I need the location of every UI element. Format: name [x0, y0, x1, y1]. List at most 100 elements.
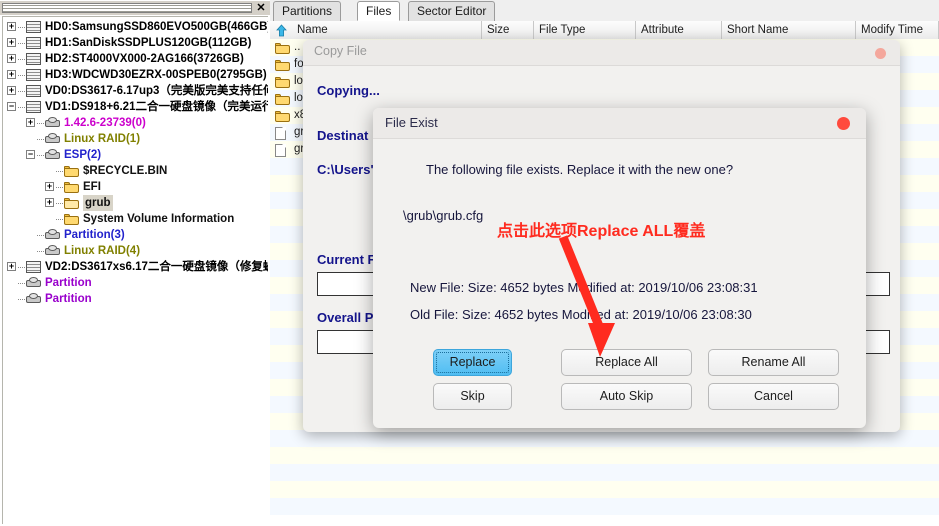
tree-item-label: EFI	[83, 181, 101, 193]
tab-files[interactable]: Files	[357, 1, 401, 21]
file-exist-close-icon[interactable]	[837, 117, 850, 130]
column-header-short-name[interactable]: Short Name	[722, 21, 856, 39]
app-root: ✕ + HD0:SamsungSSD860EVO500GB(466GB) + HD1:…	[0, 0, 939, 526]
hdd-icon	[26, 69, 41, 81]
rename-all-button[interactable]: Rename All	[708, 349, 839, 376]
tree-item[interactable]: + HD3:WDCWD30EZRX-00SPEB0(2795GB)	[3, 67, 268, 83]
auto-skip-button[interactable]: Auto Skip	[561, 383, 692, 410]
partition-icon	[26, 293, 41, 304]
table-row[interactable]	[270, 447, 939, 464]
cancel-button[interactable]: Cancel	[708, 383, 839, 410]
tree-connector	[18, 43, 25, 45]
hdd-icon	[26, 37, 41, 49]
tree-connector	[56, 187, 63, 189]
home-arrow-icon[interactable]	[275, 24, 288, 37]
tree-item[interactable]: Partition	[3, 275, 268, 291]
folder-icon	[275, 110, 290, 122]
expand-icon[interactable]: +	[7, 70, 16, 79]
tab-partitions[interactable]: Partitions	[273, 1, 342, 21]
column-header-name[interactable]: Name	[292, 21, 482, 39]
tree-item[interactable]: Linux RAID(1)	[3, 131, 268, 147]
tree-item-label: VD1:DS918+6.21二合一硬盘镜像（完美运行，	[45, 101, 268, 113]
tree-item[interactable]: + HD0:SamsungSSD860EVO500GB(466GB)	[3, 19, 268, 35]
tree-connector	[18, 267, 25, 269]
tree-connector	[18, 283, 25, 285]
tree-item[interactable]: Partition	[3, 291, 268, 307]
hdd-icon	[26, 101, 41, 113]
tree-item[interactable]: + VD2:DS3617xs6.17二合一硬盘镜像（修复蜗牛	[3, 259, 268, 275]
hdd-icon	[26, 261, 41, 273]
tree-item-label: HD1:SanDiskSSDPLUS120GB(112GB)	[45, 37, 252, 49]
tree-connector	[37, 139, 44, 141]
tree-item-label: grub	[83, 195, 113, 211]
tree-item[interactable]: System Volume Information	[3, 211, 268, 227]
tree-item[interactable]: + VD0:DS3617-6.17up3（完美版完美支持任何	[3, 83, 268, 99]
tree-connector	[18, 59, 25, 61]
expand-icon[interactable]: +	[45, 182, 54, 191]
partition-icon	[45, 245, 60, 256]
expand-icon[interactable]: +	[26, 118, 35, 127]
file-exist-titlebar: File Exist	[373, 108, 866, 139]
tree-item[interactable]: + HD1:SanDiskSSDPLUS120GB(112GB)	[3, 35, 268, 51]
tree-item[interactable]: + EFI	[3, 179, 268, 195]
expand-icon[interactable]: +	[7, 22, 16, 31]
expand-icon[interactable]: +	[7, 262, 16, 271]
close-icon[interactable]: ✕	[254, 1, 268, 15]
table-row[interactable]	[270, 430, 939, 447]
hdd-icon	[26, 85, 41, 97]
tree-item-label: HD0:SamsungSSD860EVO500GB(466GB)	[45, 21, 268, 33]
tree-item[interactable]: + HD2:ST4000VX000-2AG166(3726GB)	[3, 51, 268, 67]
tree-connector	[18, 27, 25, 29]
replace-button[interactable]: Replace	[433, 349, 512, 376]
column-header-row: Name Size File Type Attribute Short Name Modi…	[270, 21, 939, 40]
table-row[interactable]	[270, 498, 939, 515]
replace-all-button[interactable]: Replace All	[561, 349, 692, 376]
column-header-attribute[interactable]: Attribute	[636, 21, 722, 39]
table-row[interactable]	[270, 481, 939, 498]
tree-item[interactable]: Linux RAID(4)	[3, 243, 268, 259]
tree-item[interactable]: +1.42.6-23739(0)	[3, 115, 268, 131]
table-row[interactable]	[270, 464, 939, 481]
skip-button[interactable]: Skip	[433, 383, 512, 410]
partition-icon	[26, 277, 41, 288]
collapse-icon[interactable]: −	[7, 102, 16, 111]
column-header-modify-time[interactable]: Modify Time	[856, 21, 939, 39]
column-header-size[interactable]: Size	[482, 21, 534, 39]
column-header-file-type[interactable]: File Type	[534, 21, 636, 39]
expand-icon[interactable]: +	[7, 38, 16, 47]
conflicting-filename: \grub\grub.cfg	[403, 208, 484, 223]
folder-icon	[275, 76, 290, 88]
folder-icon	[275, 59, 290, 71]
folder-icon	[275, 42, 290, 54]
collapse-icon[interactable]: −	[26, 150, 35, 159]
copy-dialog-close-icon[interactable]	[875, 48, 886, 59]
hdd-icon	[26, 21, 41, 33]
partition-icon	[45, 229, 60, 240]
tab-sector-editor[interactable]: Sector Editor	[408, 1, 496, 21]
tree-item-label: HD2:ST4000VX000-2AG166(3726GB)	[45, 53, 244, 65]
tree-item-label: ESP(2)	[64, 149, 102, 161]
folder-icon	[64, 181, 79, 193]
file-exist-title: File Exist	[385, 115, 438, 130]
partition-icon	[45, 149, 60, 160]
tree-connector	[37, 251, 44, 253]
expand-icon[interactable]: +	[45, 198, 54, 207]
expand-icon[interactable]: +	[7, 86, 16, 95]
old-file-info: Old File: Size: 4652 bytes Modified at: …	[410, 307, 752, 322]
folder-icon	[275, 93, 290, 105]
file-icon	[275, 127, 286, 140]
new-file-info: New File: Size: 4652 bytes Modified at: …	[410, 280, 758, 295]
tree-item[interactable]: Partition(3)	[3, 227, 268, 243]
disk-tree[interactable]: + HD0:SamsungSSD860EVO500GB(466GB) + HD1:Sa…	[2, 16, 268, 524]
expand-icon[interactable]: +	[7, 54, 16, 63]
tree-connector	[56, 171, 63, 173]
tree-connector	[37, 123, 44, 125]
tree-item-label: VD2:DS3617xs6.17二合一硬盘镜像（修复蜗牛	[45, 261, 268, 273]
tree-item[interactable]: − VD1:DS918+6.21二合一硬盘镜像（完美运行，	[3, 99, 268, 115]
tree-item[interactable]: $RECYCLE.BIN	[3, 163, 268, 179]
tree-item-label: $RECYCLE.BIN	[83, 165, 168, 177]
tree-item[interactable]: − ESP(2)	[3, 147, 268, 163]
partition-icon	[45, 133, 60, 144]
tree-item[interactable]: + grub	[3, 195, 268, 211]
destination-label: Destinat	[317, 128, 369, 143]
